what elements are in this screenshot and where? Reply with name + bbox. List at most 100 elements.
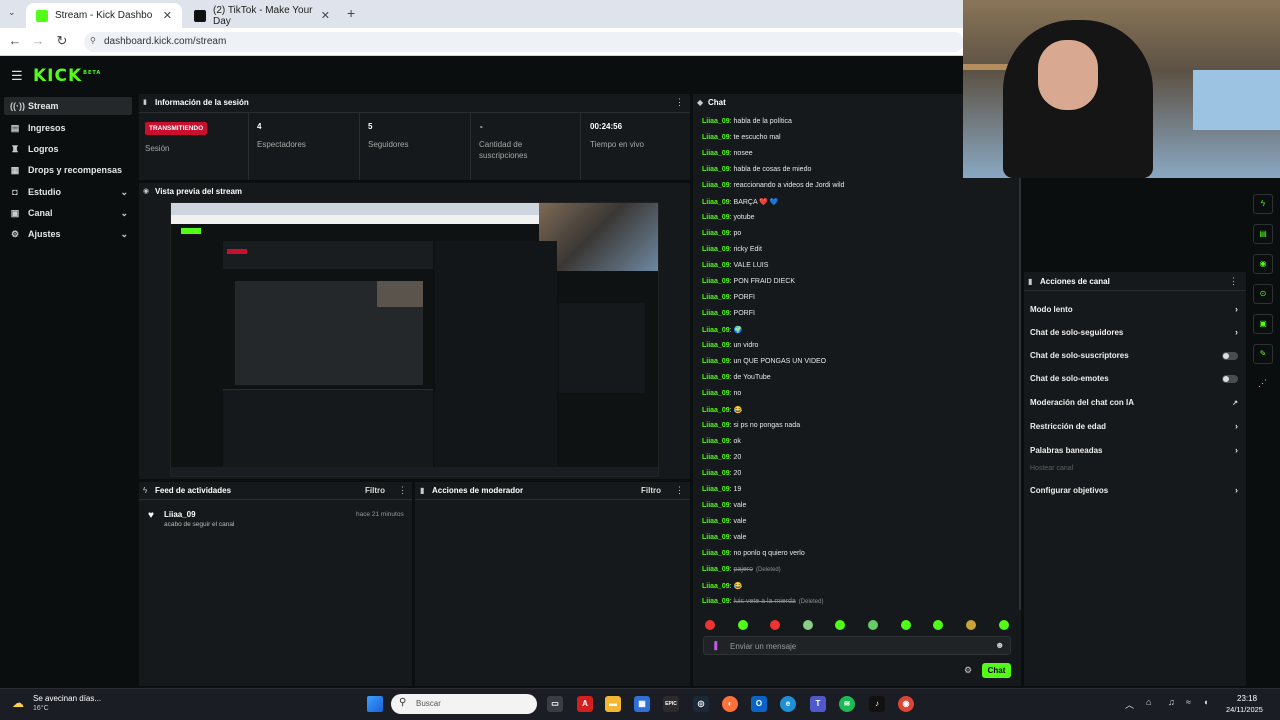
emote-icon[interactable] bbox=[933, 620, 943, 630]
chat-username[interactable]: Liiaa_09 bbox=[702, 182, 730, 189]
chat-username[interactable]: Liiaa_09 bbox=[702, 294, 730, 301]
chat-message[interactable]: Liiaa_09: PORFI bbox=[702, 294, 755, 301]
sidebar-item-ajustes[interactable]: ⚙ Ajustes ⌄ bbox=[4, 225, 132, 243]
chat-username[interactable]: Liiaa_09 bbox=[702, 246, 730, 253]
emote-icon[interactable] bbox=[999, 620, 1009, 630]
chat-message[interactable]: Liiaa_09: reaccionando a videos de Jordi… bbox=[702, 182, 844, 189]
quick-action-share-icon[interactable]: ⋰ bbox=[1258, 378, 1267, 389]
chat-scrollbar[interactable] bbox=[1019, 110, 1021, 610]
browser-tab-tiktok[interactable]: (2) TikTok - Make Your Day ✕ bbox=[184, 3, 340, 28]
chat-input[interactable]: ❚ Enviar un mensaje ☻ bbox=[703, 636, 1011, 655]
chat-username[interactable]: Liiaa_09 bbox=[702, 534, 730, 541]
emote-icon[interactable] bbox=[901, 620, 911, 630]
tray-volume-icon[interactable]: ◖ bbox=[1203, 697, 1208, 707]
file-explorer-icon[interactable]: ▬ bbox=[605, 696, 621, 712]
chat-message[interactable]: Liiaa_09: 😂 bbox=[702, 582, 742, 590]
chat-message[interactable]: Liiaa_09: 😂 bbox=[702, 406, 742, 414]
quick-action-link-icon[interactable]: ⊙ bbox=[1253, 284, 1273, 304]
chat-username[interactable]: Liiaa_09 bbox=[702, 118, 730, 125]
chat-username[interactable]: Liiaa_09 bbox=[702, 598, 730, 605]
emoji-picker-icon[interactable]: ☻ bbox=[995, 640, 1004, 650]
chat-username[interactable]: Liiaa_09 bbox=[702, 518, 730, 525]
chat-send-button[interactable]: Chat bbox=[982, 663, 1011, 678]
chat-message[interactable]: Liiaa_09: yotube bbox=[702, 214, 755, 221]
store-icon[interactable]: ▦ bbox=[634, 696, 650, 712]
chat-username[interactable]: Liiaa_09 bbox=[702, 214, 730, 221]
chat-username[interactable]: Liiaa_09 bbox=[702, 230, 730, 237]
chat-username[interactable]: Liiaa_09 bbox=[702, 374, 730, 381]
subscribers-only-toggle[interactable] bbox=[1222, 351, 1238, 360]
weather-text[interactable]: Se avecinan días... bbox=[33, 694, 101, 703]
chat-message[interactable]: Liiaa_09: BARÇA ❤️ 💙 bbox=[702, 198, 779, 206]
tray-wifi-icon[interactable]: ≈ bbox=[1186, 697, 1191, 707]
chat-message[interactable]: Liiaa_09: un vidro bbox=[702, 342, 758, 349]
weather-icon[interactable]: ☁ bbox=[12, 696, 24, 710]
tiktok-icon[interactable]: ♪ bbox=[869, 696, 885, 712]
chat-username[interactable]: Liiaa_09 bbox=[702, 390, 730, 397]
chat-message[interactable]: Liiaa_09: no bbox=[702, 390, 741, 397]
chat-username[interactable]: Liiaa_09 bbox=[702, 262, 730, 269]
tray-network-icon[interactable]: ⌂ bbox=[1146, 697, 1151, 707]
emote-icon[interactable] bbox=[738, 620, 748, 630]
emote-icon[interactable] bbox=[803, 620, 813, 630]
chat-username[interactable]: Liiaa_09 bbox=[702, 486, 730, 493]
chat-username[interactable]: Liiaa_09 bbox=[702, 358, 730, 365]
action-configure-goals[interactable]: Configurar objetivos › bbox=[1030, 485, 1238, 495]
chat-username[interactable]: Liiaa_09 bbox=[702, 327, 730, 334]
emote-icon[interactable] bbox=[868, 620, 878, 630]
chat-message[interactable]: Liiaa_09: 20 bbox=[702, 454, 741, 461]
close-tab-icon[interactable]: ✕ bbox=[163, 9, 172, 22]
menu-hamburger-icon[interactable]: ☰ bbox=[11, 68, 23, 84]
emotes-only-toggle[interactable] bbox=[1222, 374, 1238, 383]
back-arrow-icon[interactable]: ← bbox=[6, 33, 24, 48]
chat-message[interactable]: Liiaa_09: de YouTube bbox=[702, 374, 771, 381]
chat-settings-icon[interactable]: ⚙ bbox=[964, 665, 972, 676]
chrome-icon[interactable]: ◉ bbox=[898, 696, 914, 712]
firefox-icon[interactable]: ◐ bbox=[722, 696, 738, 712]
chat-message[interactable]: Liiaa_09: habla de cosas de miedo bbox=[702, 166, 811, 173]
chat-message[interactable]: Liiaa_09: VALE LUIS bbox=[702, 262, 768, 269]
chat-message[interactable]: Liiaa_09: pajero (Deleted) bbox=[702, 566, 781, 573]
action-banned-words[interactable]: Palabras baneadas › bbox=[1030, 445, 1238, 455]
sidebar-item-canal[interactable]: ▣ Canal ⌄ bbox=[4, 204, 132, 222]
chat-message[interactable]: Liiaa_09: te escucho mal bbox=[702, 134, 781, 141]
chat-message[interactable]: Liiaa_09: po bbox=[702, 230, 741, 237]
chat-username[interactable]: Liiaa_09 bbox=[702, 342, 730, 349]
chat-username[interactable]: Liiaa_09 bbox=[702, 502, 730, 509]
chat-username[interactable]: Liiaa_09 bbox=[702, 470, 730, 477]
action-emotes-only[interactable]: Chat de solo-emotes bbox=[1030, 374, 1238, 383]
chat-username[interactable]: Liiaa_09 bbox=[702, 454, 730, 461]
chat-username[interactable]: Liiaa_09 bbox=[702, 134, 730, 141]
chat-message[interactable]: Liiaa_09: nosee bbox=[702, 150, 753, 157]
moderator-filter-button[interactable]: Filtro bbox=[641, 486, 661, 495]
close-tab-icon[interactable]: ✕ bbox=[321, 9, 330, 22]
chat-message[interactable]: Liiaa_09: un QUE PONGAS UN VIDEO bbox=[702, 358, 826, 365]
edge-icon[interactable]: e bbox=[780, 696, 796, 712]
spotify-icon[interactable]: ≋ bbox=[839, 696, 855, 712]
chat-message[interactable]: Liiaa_09: PORFI bbox=[702, 310, 755, 317]
quick-action-tools-icon[interactable]: ✎ bbox=[1253, 344, 1273, 364]
new-tab-icon[interactable]: + bbox=[347, 5, 355, 21]
emote-icon[interactable] bbox=[770, 620, 780, 630]
more-options-icon[interactable]: ⋮ bbox=[398, 485, 407, 496]
sidebar-item-logros[interactable]: ♜ Logros bbox=[4, 140, 132, 158]
chat-message[interactable]: Liiaa_09: 20 bbox=[702, 470, 741, 477]
quick-action-bolt-icon[interactable]: ϟ bbox=[1253, 194, 1273, 214]
more-options-icon[interactable]: ⋮ bbox=[675, 97, 684, 108]
chat-message[interactable]: Liiaa_09: ok bbox=[702, 438, 741, 445]
browser-tab-kick[interactable]: Stream - Kick Dashbo ✕ bbox=[26, 3, 182, 28]
acrobat-icon[interactable]: A bbox=[577, 696, 593, 712]
chat-username[interactable]: Liiaa_09 bbox=[702, 199, 730, 206]
chat-message[interactable]: Liiaa_09: habla de la política bbox=[702, 118, 792, 125]
emote-icon[interactable] bbox=[966, 620, 976, 630]
taskbar-time[interactable]: 23:18 bbox=[1237, 694, 1257, 703]
quick-action-layout-icon[interactable]: ▣ bbox=[1253, 314, 1273, 334]
emote-icon[interactable] bbox=[835, 620, 845, 630]
tray-microphone-icon[interactable]: ♫ bbox=[1168, 697, 1175, 707]
windows-start-icon[interactable] bbox=[367, 696, 383, 712]
chat-username[interactable]: Liiaa_09 bbox=[702, 278, 730, 285]
taskbar-search[interactable]: ⚲ Buscar bbox=[391, 694, 537, 714]
chat-message[interactable]: Liiaa_09: vale bbox=[702, 534, 746, 541]
sidebar-item-estudio[interactable]: ◘ Estudio ⌄ bbox=[4, 183, 132, 201]
kick-logo[interactable]: KICKBETA bbox=[33, 66, 101, 86]
